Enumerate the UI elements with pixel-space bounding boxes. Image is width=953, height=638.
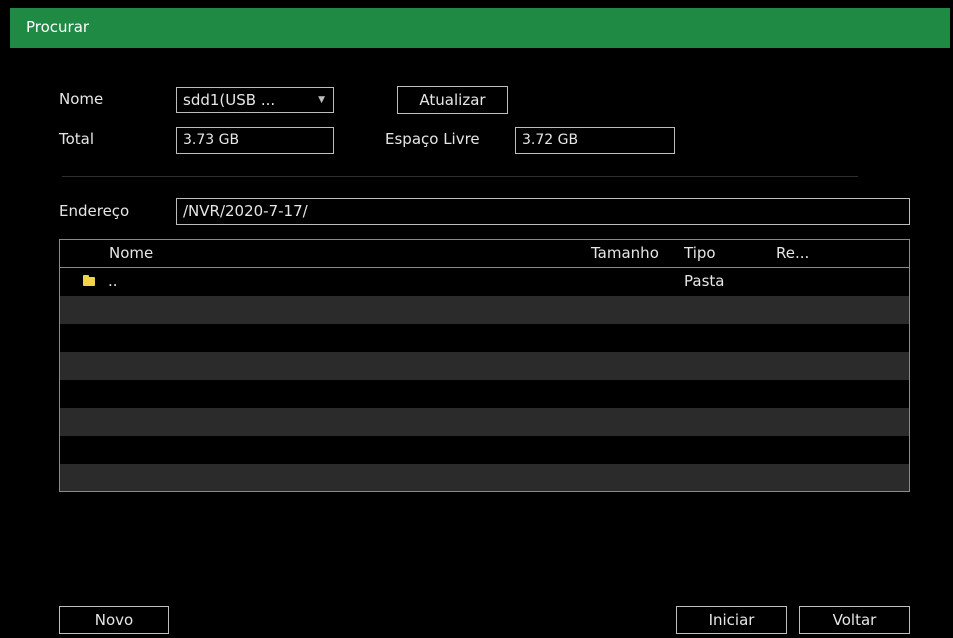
column-header-nome[interactable]: Nome [109,244,153,262]
chevron-down-icon: ▼ [318,95,325,105]
table-row-empty [60,324,909,352]
iniciar-button[interactable]: Iniciar [676,606,787,634]
title-bar: Procurar [10,8,950,48]
search-dialog: Procurar Nome sdd1(USB ... ▼ Atualizar T… [10,8,950,638]
voltar-button[interactable]: Voltar [799,606,910,634]
device-select-value: sdd1(USB ... [183,91,276,109]
row-type: Pasta [684,272,725,290]
divider [62,176,858,177]
table-row-empty [60,436,909,464]
file-table: Nome Tamanho Tipo Re... .. Pasta [59,239,910,492]
espaco-livre-label: Espaço Livre [385,130,480,148]
total-label: Total [59,130,95,148]
table-row-empty [60,380,909,408]
novo-button[interactable]: Novo [59,606,169,634]
table-row-empty [60,408,909,436]
espaco-livre-field: 3.72 GB [515,127,675,154]
row-name: .. [108,272,118,290]
column-header-tipo[interactable]: Tipo [684,244,716,262]
table-row[interactable]: .. Pasta [60,268,909,296]
table-row-empty [60,464,909,491]
device-select[interactable]: sdd1(USB ... ▼ [176,87,334,113]
table-row-empty [60,352,909,380]
table-row-empty [60,296,909,324]
folder-icon [83,275,95,286]
nome-label: Nome [59,90,104,108]
column-header-tamanho[interactable]: Tamanho [591,244,659,262]
total-field: 3.73 GB [176,127,334,154]
table-header: Nome Tamanho Tipo Re... [60,240,909,268]
address-field[interactable]: /NVR/2020-7-17/ [176,198,910,225]
column-header-re[interactable]: Re... [776,244,809,262]
atualizar-button[interactable]: Atualizar [397,86,508,114]
endereco-label: Endereço [59,202,130,220]
dialog-title: Procurar [26,18,90,36]
